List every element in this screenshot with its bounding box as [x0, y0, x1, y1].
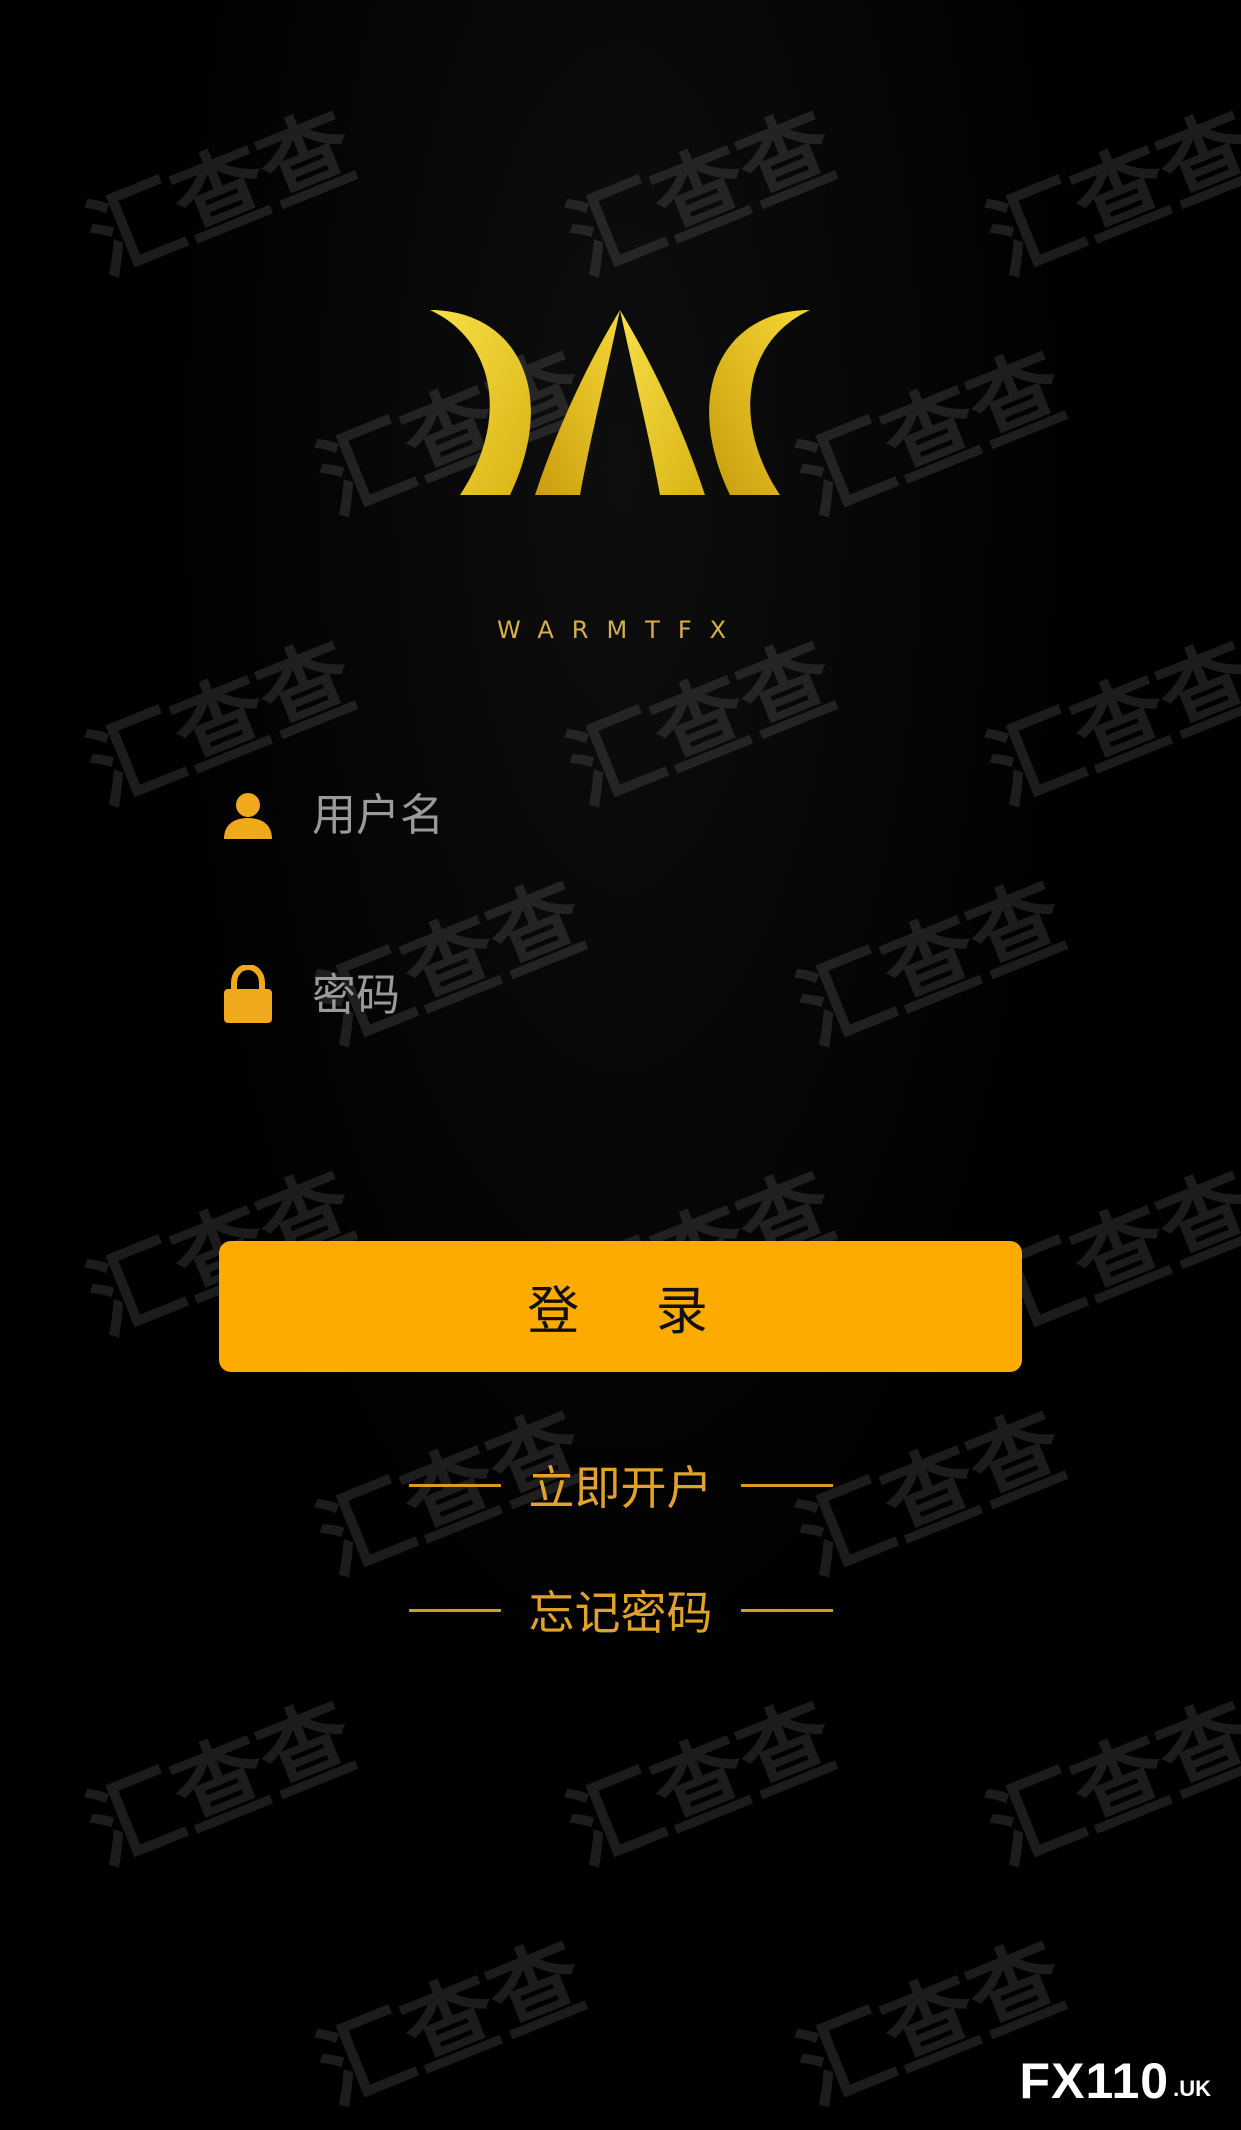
forgot-password-row: 忘记密码	[0, 1575, 1241, 1645]
badge-sub-text: .UK	[1173, 2076, 1211, 2101]
password-input[interactable]	[310, 959, 994, 1031]
lock-icon	[218, 965, 278, 1025]
brand-name: WARMTFX	[496, 616, 745, 644]
divider-line	[408, 1608, 501, 1612]
divider-line	[740, 1608, 833, 1612]
open-account-link[interactable]: 立即开户	[529, 1452, 713, 1518]
open-account-row: 立即开户	[0, 1450, 1241, 1520]
username-field[interactable]	[218, 770, 1018, 860]
brand-logo	[430, 310, 810, 495]
username-input[interactable]	[310, 779, 994, 851]
fx110-watermark-badge: FX110 .UK	[1020, 2052, 1211, 2110]
divider-line	[740, 1483, 833, 1487]
divider-line	[408, 1483, 501, 1487]
password-field[interactable]	[218, 950, 1018, 1040]
user-icon	[218, 785, 278, 845]
forgot-password-link[interactable]: 忘记密码	[529, 1577, 713, 1643]
badge-main-text: FX110	[1019, 2053, 1170, 2109]
login-button[interactable]: 登 录	[219, 1241, 1022, 1372]
